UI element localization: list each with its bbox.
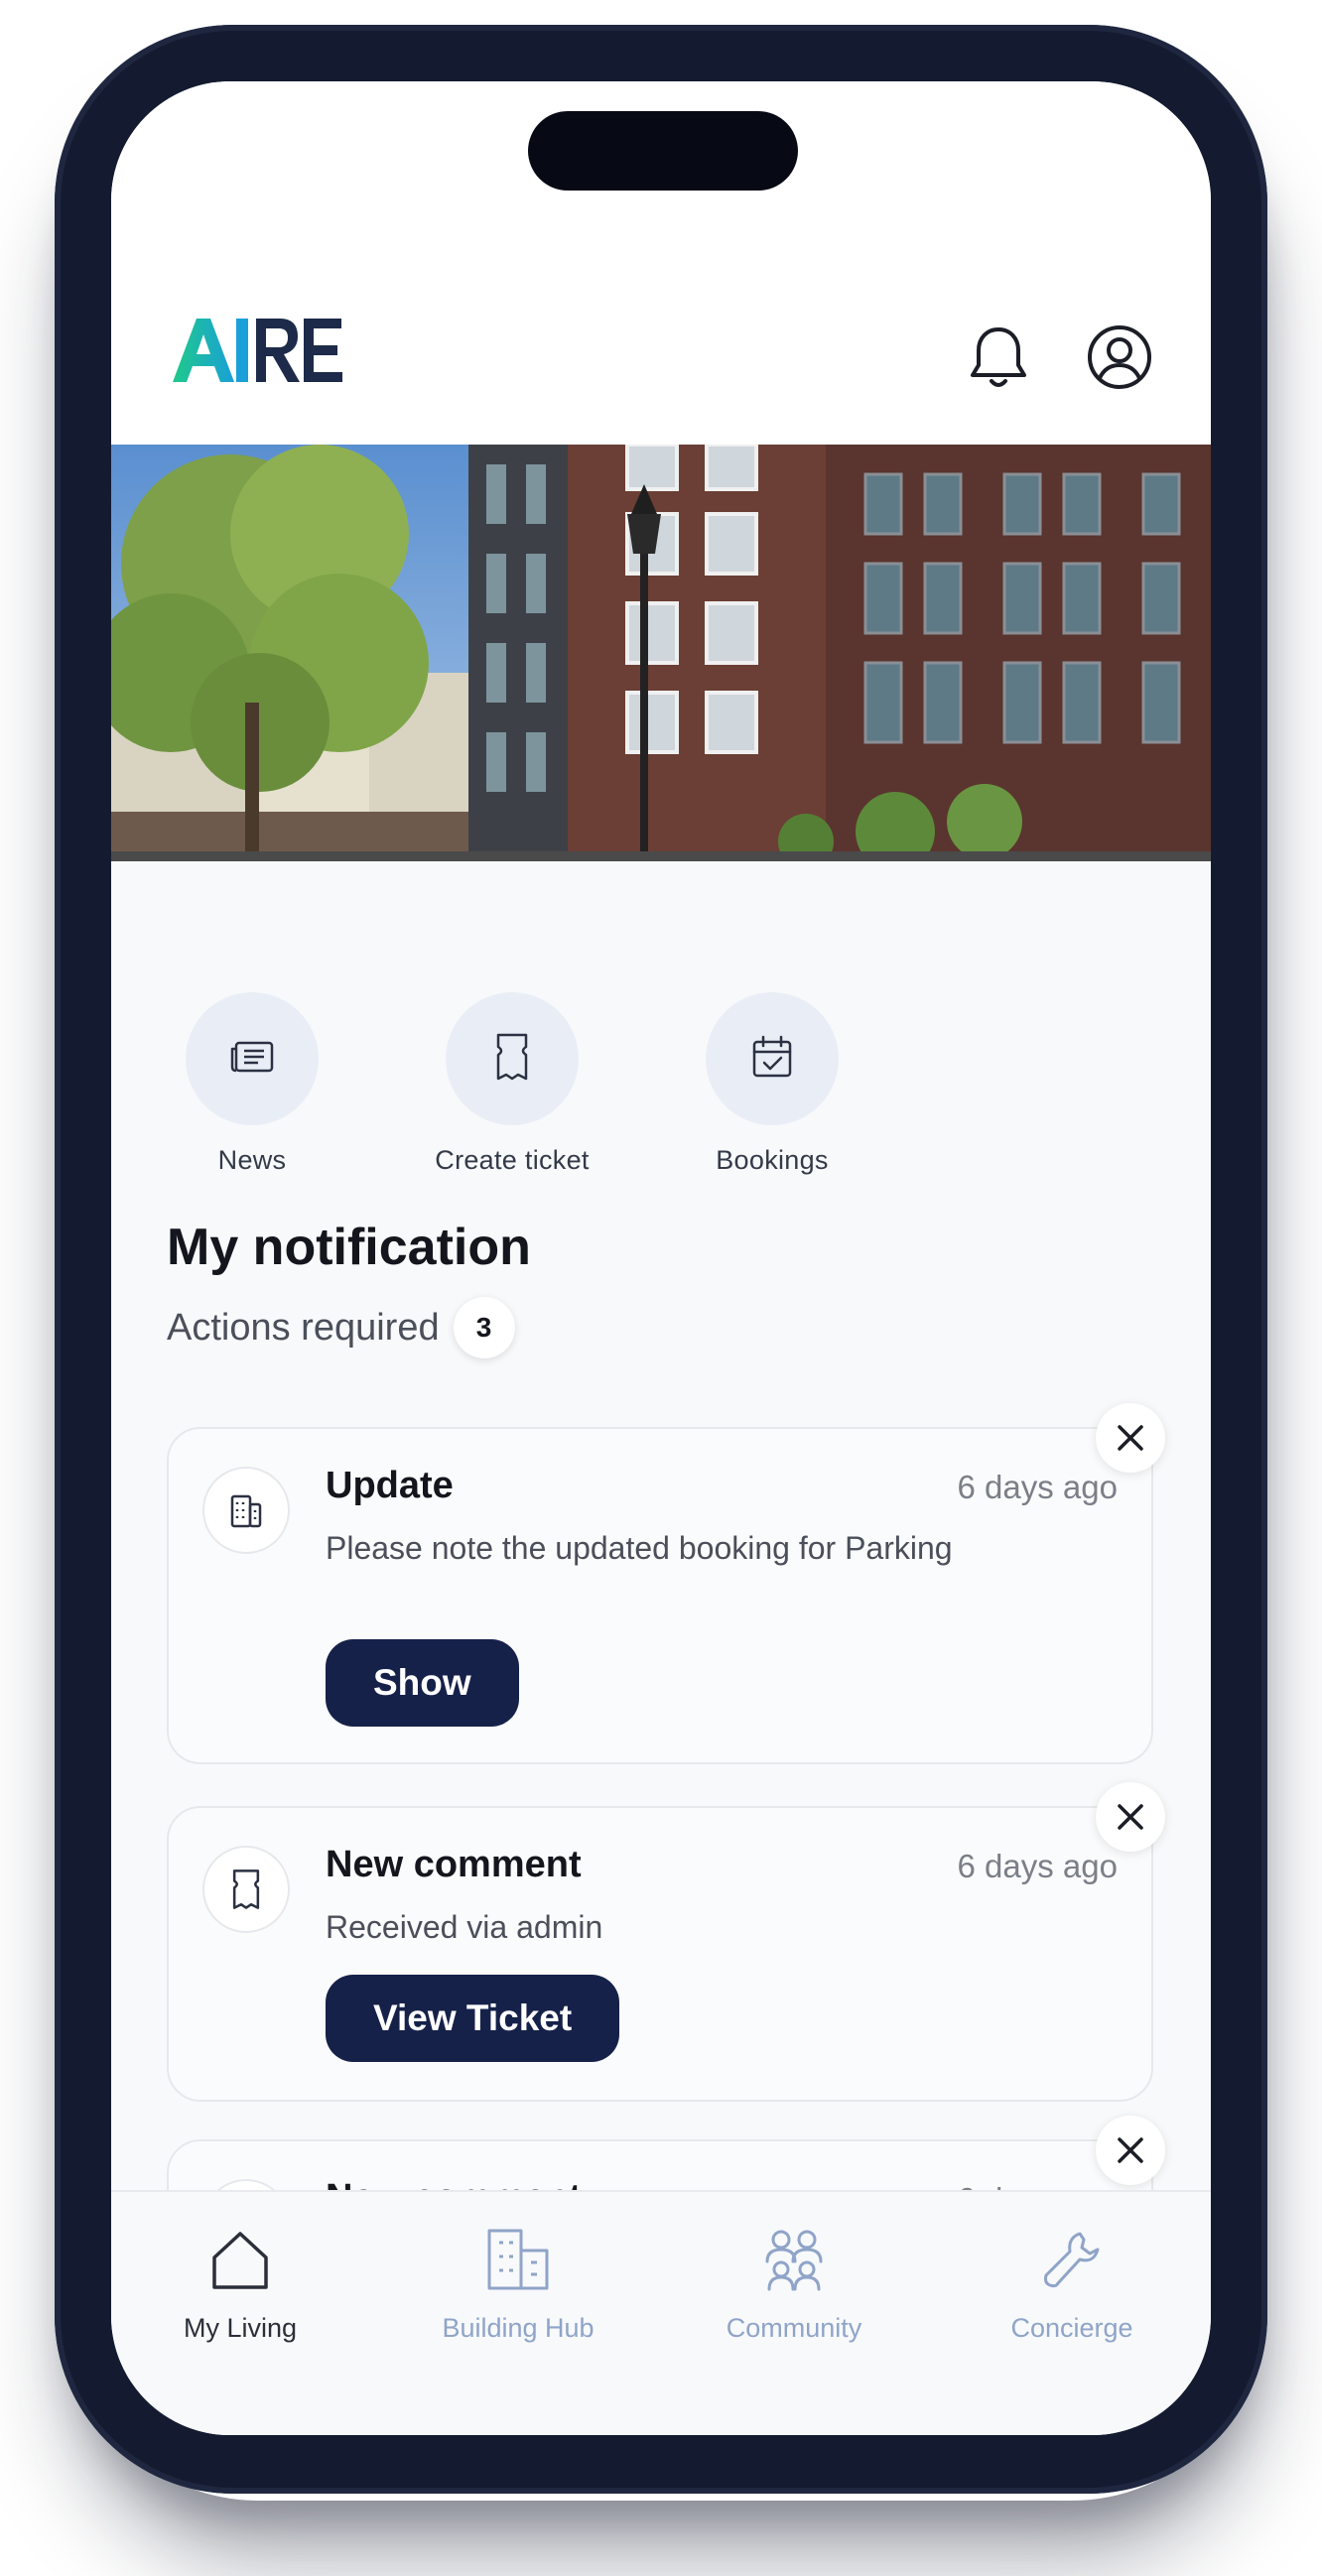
notification-description: Received via admin	[326, 1909, 603, 1945]
ticket-icon	[202, 1846, 290, 1933]
nav-label: Concierge	[1010, 2313, 1133, 2343]
notification-title: Update	[326, 1465, 454, 1506]
actions-required-row: Actions required 3	[167, 1297, 515, 1358]
bottom-navigation: My Living Building Hub Community Concier…	[111, 2190, 1211, 2435]
nav-label: Community	[726, 2313, 862, 2343]
notification-description: Please note the updated booking for Park…	[326, 1530, 953, 1566]
building-icon	[202, 1467, 290, 1554]
quick-action-create-ticket[interactable]: Create ticket	[413, 992, 611, 1176]
news-button[interactable]	[186, 992, 319, 1125]
nav-label: Building Hub	[442, 2313, 595, 2343]
actions-required-label: Actions required	[167, 1306, 440, 1349]
notification-card[interactable]: Update 6 days ago Please note the update…	[167, 1403, 1165, 1764]
nav-item-my-living[interactable]: My Living	[121, 2220, 359, 2344]
dynamic-island	[528, 111, 798, 191]
close-icon[interactable]	[1096, 1782, 1165, 1852]
view-ticket-button[interactable]: View Ticket	[326, 1975, 620, 2062]
nav-item-concierge[interactable]: Concierge	[953, 2220, 1191, 2344]
actions-count-badge: 3	[453, 1297, 515, 1358]
create-ticket-label: Create ticket	[435, 1145, 590, 1175]
close-icon[interactable]	[1096, 1403, 1165, 1473]
bell-icon[interactable]	[961, 320, 1036, 395]
nav-item-community[interactable]: Community	[675, 2220, 913, 2344]
nav-label: My Living	[183, 2313, 298, 2343]
home-icon	[121, 2220, 359, 2299]
wrench-icon	[953, 2220, 1191, 2299]
ticket-icon	[492, 1031, 532, 1088]
buildings-icon	[399, 2220, 637, 2299]
app-screen: News Create ticket Bookings My notificat…	[111, 81, 1211, 2435]
quick-action-bookings[interactable]: Bookings	[673, 992, 871, 1176]
close-icon[interactable]	[1096, 2116, 1165, 2185]
user-profile-icon[interactable]	[1082, 320, 1157, 395]
notification-title: New comment	[326, 1844, 582, 1885]
create-ticket-button[interactable]	[446, 992, 579, 1125]
nav-item-building-hub[interactable]: Building Hub	[399, 2220, 637, 2344]
aire-logo[interactable]	[173, 295, 343, 384]
notification-time: 6 days ago	[957, 1848, 1118, 1884]
calendar-check-icon	[749, 1033, 795, 1086]
quick-actions: News Create ticket Bookings	[111, 861, 1211, 1175]
hero-image	[111, 445, 1211, 861]
notification-card[interactable]: New comment 6 days ago Received via admi…	[167, 1782, 1165, 2102]
quick-action-news[interactable]: News	[153, 992, 351, 1176]
notifications-title: My notification	[167, 1219, 531, 1276]
newspaper-icon	[228, 1037, 276, 1082]
bookings-button[interactable]	[706, 992, 839, 1125]
news-label: News	[217, 1145, 287, 1175]
show-button[interactable]: Show	[326, 1639, 519, 1727]
notification-time: 6 days ago	[957, 1469, 1118, 1505]
bookings-label: Bookings	[716, 1145, 829, 1175]
people-icon	[675, 2220, 913, 2299]
